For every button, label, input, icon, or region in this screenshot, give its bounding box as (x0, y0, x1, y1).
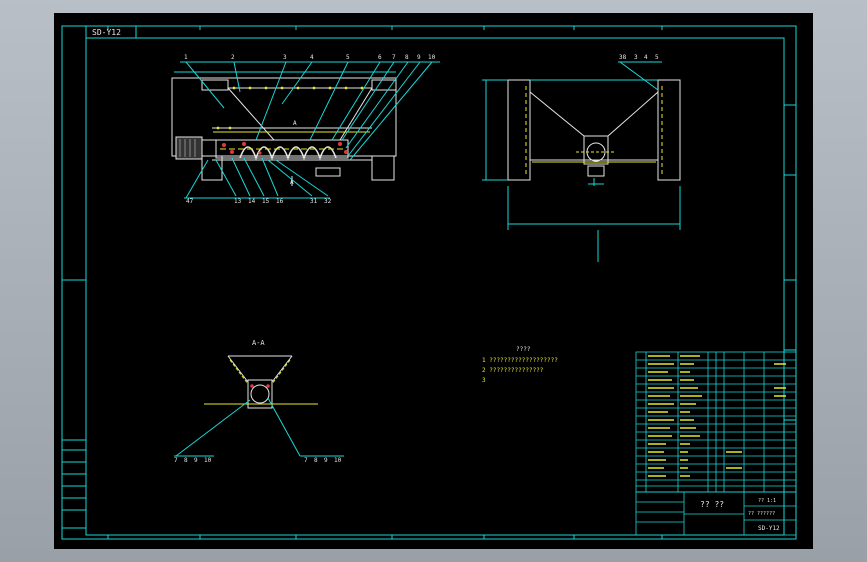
side-balloons: 38 3 4 5 (619, 54, 659, 61)
sheet-code-box: SD-Y12 (85, 25, 137, 39)
leader-lines (180, 61, 440, 199)
scale-label: ?? 1:1 (758, 498, 776, 504)
balloon-s3: 3 (634, 54, 638, 61)
hopper (227, 355, 293, 409)
section-view: A-A 7 8 9 10 7 8 9 10 (174, 339, 344, 464)
balloon-15: 15 (262, 198, 270, 205)
balloon-47: 47 (186, 198, 194, 205)
section-mark-top: A (293, 120, 297, 127)
balloon-9: 9 (417, 54, 421, 61)
drawing-number: SD-Y12 (758, 525, 780, 532)
section-title: A-A (252, 339, 265, 347)
drawing-sheet: SD-Y12 1 2 3 4 5 6 7 8 9 10 47 13 14 15 … (54, 13, 813, 549)
balloon-2: 2 (231, 54, 235, 61)
title-block-text: ?? ?? ?? ?????? SD-Y12 ?? 1:1 (700, 498, 780, 532)
balloon-4: 4 (310, 54, 314, 61)
balloon-32: 32 (324, 198, 332, 205)
subtitle: ?? ?????? (748, 511, 775, 517)
balloon-38: 38 (619, 54, 627, 61)
revision-strip (61, 439, 87, 529)
balloon-b10: 10 (334, 457, 342, 464)
side-view-yellow (525, 86, 663, 176)
balloon-6: 6 (378, 54, 382, 61)
gear-motor (175, 136, 217, 160)
main-title: ?? ?? (700, 500, 724, 509)
balloon-a7: 7 (174, 457, 178, 464)
parts-list (635, 351, 797, 493)
note-1: 1 ??????????????????? (482, 357, 558, 364)
front-view (171, 71, 397, 186)
balloon-b8: 8 (314, 457, 318, 464)
technical-notes: ???? 1 ??????????????????? 2 ???????????… (482, 346, 558, 384)
notes-title: ???? (516, 346, 531, 353)
balloon-5: 5 (346, 54, 350, 61)
side-view (507, 79, 681, 181)
balloon-b9: 9 (324, 457, 328, 464)
sheet-code: SD-Y12 (92, 28, 121, 37)
balloon-14: 14 (248, 198, 256, 205)
balloon-a10: 10 (204, 457, 212, 464)
note-3: 3 (482, 377, 486, 384)
balloon-7: 7 (392, 54, 396, 61)
cad-drawing: SD-Y12 1 2 3 4 5 6 7 8 9 10 47 13 14 15 … (61, 25, 797, 540)
balloon-a9: 9 (194, 457, 198, 464)
balloon-s5: 5 (655, 54, 659, 61)
balloon-31: 31 (310, 198, 318, 205)
balloon-8: 8 (405, 54, 409, 61)
note-2: 2 ??????????????? (482, 367, 544, 374)
balloon-3: 3 (283, 54, 287, 61)
balloon-13: 13 (234, 198, 242, 205)
balloon-a8: 8 (184, 457, 188, 464)
balloon-10: 10 (428, 54, 436, 61)
section-mark-bottom: A (290, 179, 294, 186)
balloon-16: 16 (276, 198, 284, 205)
balloon-1: 1 (184, 54, 188, 61)
balloon-s4: 4 (644, 54, 648, 61)
screw-conveyor (215, 139, 349, 161)
balloon-b7: 7 (304, 457, 308, 464)
